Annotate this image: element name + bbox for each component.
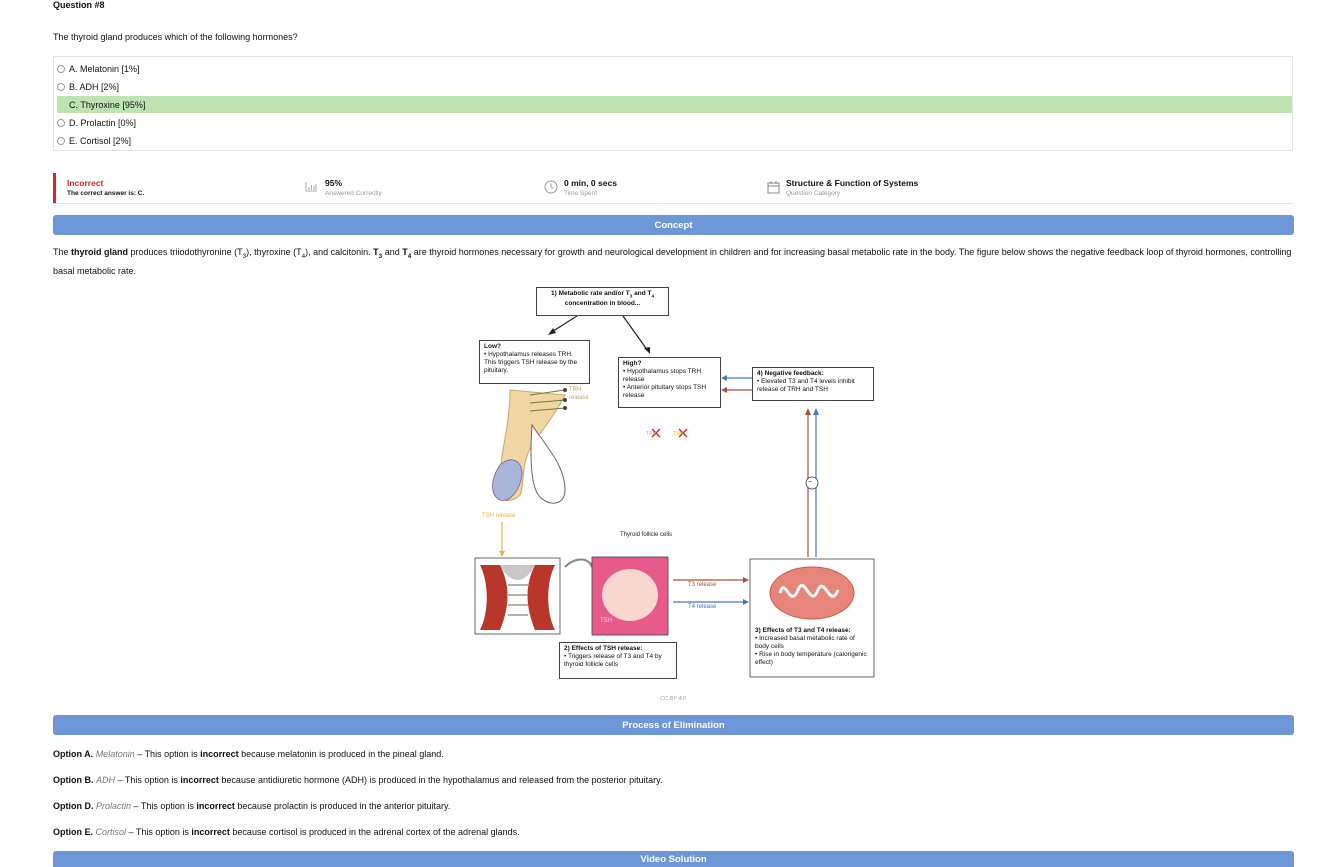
box-negative-feedback: 4) Negative feedback: • Elevated T3 and T… xyxy=(752,367,874,401)
concept-header: Concept xyxy=(53,215,1294,235)
question-category: Structure & Function of Systems xyxy=(786,178,919,188)
percent-label: Answered Correctly xyxy=(325,190,382,197)
tsh-small-label: TSH xyxy=(600,618,612,624)
option-label: E. Cortisol [2%] xyxy=(69,135,132,146)
status-indicator xyxy=(53,173,56,203)
option-label: C. Thyroxine [95%] xyxy=(69,99,146,110)
concept-paragraph: The thyroid gland produces triiodothyron… xyxy=(53,247,1292,276)
option-c[interactable]: C. Thyroxine [95%] xyxy=(57,96,1292,113)
answer-options: A. Melatonin [1%] B. ADH [2%] C. Thyroxi… xyxy=(53,56,1293,151)
box-metabolic-rate: 1) Metabolic rate and/or T3 and T4 concen… xyxy=(536,287,669,316)
follicle-cells-label: Thyroid follicle cells xyxy=(620,532,673,538)
radio-icon[interactable] xyxy=(57,136,65,145)
question-number: Question #8 xyxy=(53,0,105,10)
box-t3t4-effects: 3) Effects of T3 and T4 release: • Increa… xyxy=(755,627,867,666)
time-spent: 0 min, 0 secs xyxy=(564,178,617,188)
clock-icon xyxy=(544,180,558,194)
result-status: Incorrect xyxy=(67,178,104,188)
box-low: Low? • Hypothalamus releases TRH. This tr… xyxy=(479,340,590,384)
option-e[interactable]: E. Cortisol [2%] xyxy=(57,132,1292,149)
radio-icon[interactable] xyxy=(57,64,65,73)
elimination-item-a: Option A. Melatonin – This option is inc… xyxy=(53,749,444,759)
t4-release-label: T4 release xyxy=(688,604,717,610)
option-b[interactable]: B. ADH [2%] xyxy=(57,78,1292,95)
option-label: D. Prolactin [0%] xyxy=(69,117,137,128)
category-label: Question Category xyxy=(786,190,841,197)
calendar-icon xyxy=(767,181,780,194)
option-a[interactable]: A. Melatonin [1%] xyxy=(57,60,1292,77)
result-stats: Incorrect The correct answer is: C. 95% … xyxy=(53,173,1293,204)
radio-icon[interactable] xyxy=(57,118,65,127)
option-label: A. Melatonin [1%] xyxy=(69,63,140,74)
video-solution-header[interactable]: Video Solution xyxy=(53,851,1294,867)
elimination-item-e: Option E. Cortisol – This option is inco… xyxy=(53,827,520,837)
trh-blocked-label: TRH xyxy=(646,431,657,437)
minus-icon: − xyxy=(808,479,813,486)
trh-release-label: TRH release xyxy=(569,387,589,401)
tsh-release-label: TSH release xyxy=(482,513,516,519)
option-d[interactable]: D. Prolactin [0%] xyxy=(57,114,1292,131)
percent-correct: 95% xyxy=(325,178,343,188)
figure-credit: CC BY 4.0 xyxy=(660,696,686,702)
bar-chart-icon xyxy=(305,182,317,192)
t3-release-label: T3 release xyxy=(688,582,717,588)
option-label: B. ADH [2%] xyxy=(69,81,120,92)
elimination-header: Process of Elimination xyxy=(53,715,1294,735)
radio-icon[interactable] xyxy=(57,101,65,109)
question-text: The thyroid gland produces which of the … xyxy=(53,32,298,42)
box-high: High? • Hypothalamus stops TRH release • A… xyxy=(618,357,721,408)
box-tsh-effects: 2) Effects of TSH release: • Triggers rel… xyxy=(559,642,677,679)
tsh-blocked-label: TSH xyxy=(673,431,683,437)
elimination-item-d: Option D. Prolactin – This option is inc… xyxy=(53,801,451,811)
elimination-item-b: Option B. ADH – This option is incorrect… xyxy=(53,775,663,785)
radio-icon[interactable] xyxy=(57,82,65,91)
correct-answer: The correct answer is: C. xyxy=(67,190,145,197)
thyroid-feedback-figure: 1) Metabolic rate and/or T3 and T4 concen… xyxy=(470,285,880,685)
time-label: Time Spent xyxy=(564,190,597,197)
